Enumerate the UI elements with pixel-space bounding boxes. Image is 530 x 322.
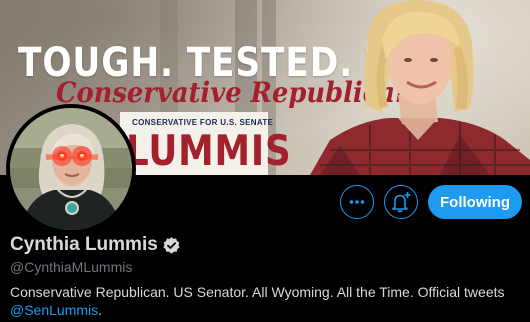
avatar-photo [10, 108, 132, 230]
banner-portrait [310, 0, 530, 175]
notifications-button[interactable] [384, 185, 418, 219]
verified-badge-icon [163, 236, 180, 254]
profile-avatar[interactable] [6, 104, 136, 234]
bio-mention-link[interactable]: @SenLummis [10, 302, 98, 318]
following-button[interactable]: Following [428, 185, 522, 219]
bell-plus-icon [392, 192, 411, 213]
profile-handle: @CynthiaMLummis [10, 259, 133, 275]
bio-text: Conservative Republican. US Senator. All… [10, 284, 505, 300]
campaign-sign-name: LUMMIS [126, 126, 292, 175]
campaign-sign: CONSERVATIVE FOR U.S. SENATE LUMMIS [120, 112, 291, 175]
profile-name: Cynthia Lummis [10, 234, 158, 255]
profile-name-row: Cynthia Lummis [10, 234, 181, 256]
more-dots-icon [349, 200, 365, 204]
bio-end: . [98, 302, 103, 318]
more-options-button[interactable] [340, 185, 374, 219]
profile-bio: Conservative Republican. US Senator. All… [10, 283, 522, 319]
